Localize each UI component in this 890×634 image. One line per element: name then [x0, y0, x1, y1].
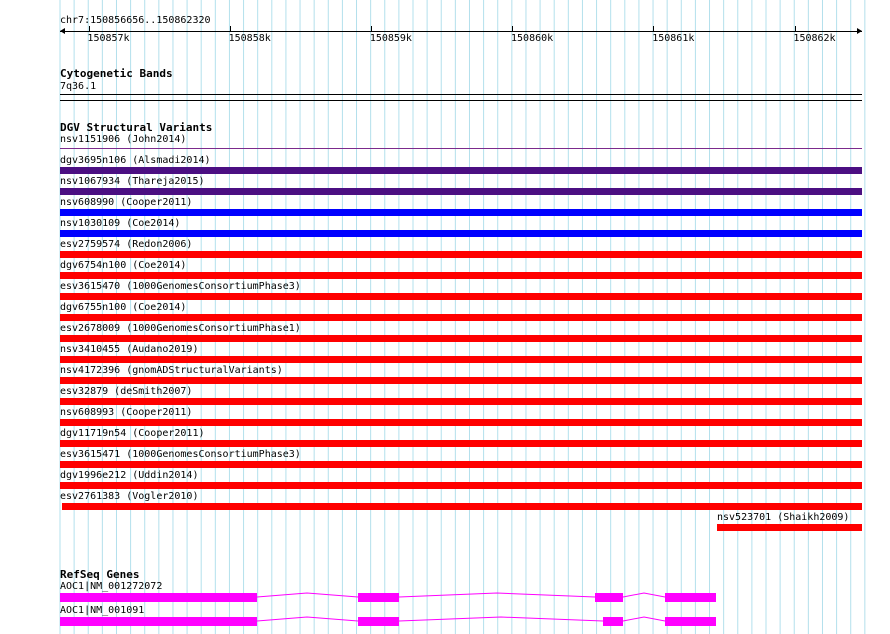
gene-intron-line: [398, 616, 604, 622]
variant-bar[interactable]: [60, 482, 862, 489]
gene-exon: [595, 593, 623, 602]
variant-bar[interactable]: [60, 167, 862, 174]
variant-label: esv2759574 (Redon2006): [60, 239, 193, 250]
variant-bar[interactable]: [60, 188, 862, 195]
variant-bar[interactable]: [60, 293, 862, 300]
variant-label: dgv3695n106 (Alsmadi2014): [60, 155, 211, 166]
variant-label: dgv6754n100 (Coe2014): [60, 260, 187, 271]
gene-intron-line: [622, 592, 666, 598]
variant-bar[interactable]: [60, 335, 862, 342]
gene-model-nm-001091[interactable]: [0, 614, 890, 628]
variant-bar[interactable]: [717, 524, 862, 531]
variant-bar[interactable]: [60, 314, 862, 321]
variant-label: esv32879 (deSmith2007): [60, 386, 193, 397]
genome-browser-view: chr7:150856656..150862320 150857k 150858k…: [0, 0, 890, 634]
dgv-track: nsv1151906 (John2014) dgv3695n106 (Alsmad…: [0, 0, 890, 634]
variant-label: esv2761383 (Vogler2010): [60, 491, 199, 502]
gene-intron-line: [256, 616, 359, 622]
variant-bar[interactable]: [60, 272, 862, 279]
variant-bar[interactable]: [60, 419, 862, 426]
gene-intron-line: [256, 592, 359, 598]
variant-label: dgv1996e212 (Uddin2014): [60, 470, 199, 481]
variant-bar[interactable]: [60, 230, 862, 237]
variant-label: nsv1030109 (Coe2014): [60, 218, 181, 229]
variant-label: nsv608990 (Cooper2011): [60, 197, 193, 208]
variant-label: nsv608993 (Cooper2011): [60, 407, 193, 418]
variant-bar[interactable]: [60, 377, 862, 384]
gene-exon: [60, 617, 257, 626]
gene-exon: [665, 617, 716, 626]
gene-exon: [60, 593, 257, 602]
gene-exon: [358, 617, 399, 626]
variant-label: esv2678009 (1000GenomesConsortiumPhase1): [60, 323, 301, 334]
variant-label: esv3615470 (1000GenomesConsortiumPhase3): [60, 281, 301, 292]
variant-bar[interactable]: [60, 209, 862, 216]
variant-label: dgv6755n100 (Coe2014): [60, 302, 187, 313]
variant-bar[interactable]: [60, 356, 862, 363]
gene-intron-line: [622, 616, 666, 622]
variant-label: nsv4172396 (gnomADStructuralVariants): [60, 365, 283, 376]
variant-bar[interactable]: [60, 461, 862, 468]
refseq-track-title: RefSeq Genes: [60, 568, 140, 581]
variant-bar[interactable]: [60, 440, 862, 447]
gene-model-nm-001272072[interactable]: [0, 590, 890, 604]
variant-bar[interactable]: [60, 148, 862, 149]
variant-label: nsv1067934 (Thareja2015): [60, 176, 205, 187]
gene-exon: [358, 593, 399, 602]
gene-exon: [665, 593, 716, 602]
gene-exon: [603, 617, 623, 626]
variant-label: nsv523701 (Shaikh2009): [717, 512, 850, 523]
variant-label: dgv11719n54 (Cooper2011): [60, 428, 205, 439]
gene-intron-line: [398, 592, 596, 598]
variant-bar[interactable]: [62, 503, 862, 510]
variant-bar[interactable]: [60, 251, 862, 258]
variant-label: nsv1151906 (John2014): [60, 134, 187, 145]
variant-label: nsv3410455 (Audano2019): [60, 344, 199, 355]
variant-label: esv3615471 (1000GenomesConsortiumPhase3): [60, 449, 301, 460]
variant-bar[interactable]: [60, 398, 862, 405]
